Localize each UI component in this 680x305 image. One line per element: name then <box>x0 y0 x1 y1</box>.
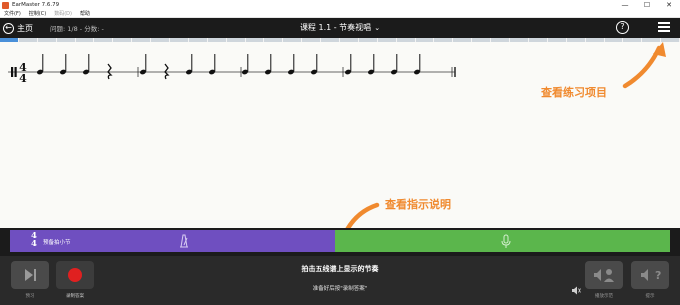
hint-button[interactable]: ? <box>631 261 669 289</box>
quarter-note <box>344 54 352 75</box>
status-bar: 4 4 预备拍小节 <box>0 228 680 256</box>
time-signature-bottom: 4 <box>19 72 27 85</box>
menu-bar: 文件(F) 控制(C) 数码(D) 帮助 <box>0 10 680 18</box>
count-in-bar: 4 4 预备拍小节 <box>10 230 335 252</box>
quarter-note <box>208 54 216 75</box>
instruction-text: 拍击五线谱上显示的节奏 <box>301 265 379 273</box>
lesson-selector[interactable]: 课程 1.1 - 节奏视唱 ⌄ <box>0 22 680 33</box>
listen-person-icon <box>594 269 614 282</box>
microphone-icon <box>501 234 511 248</box>
quarter-note <box>367 54 375 75</box>
quarter-rest <box>107 63 113 80</box>
rhythm-staff: 4 4 <box>8 42 666 228</box>
quarter-note <box>264 54 272 75</box>
arrow-to-status <box>345 202 380 228</box>
window-title: EarMaster 7.6.79 <box>12 2 60 8</box>
maximize-button[interactable]: ☐ <box>636 0 658 10</box>
quarter-note <box>413 54 421 75</box>
svg-text:?: ? <box>655 269 661 282</box>
help-icon[interactable]: ? <box>616 21 629 34</box>
hear-example-label: 播放示范 <box>595 294 613 299</box>
status-time-signature: 4 4 <box>30 232 38 249</box>
quarter-note <box>310 54 318 75</box>
hear-example-button[interactable] <box>585 261 623 289</box>
menu-file[interactable]: 文件(F) <box>0 10 25 18</box>
arrow-to-menu <box>622 42 666 89</box>
callout-practice-items: 查看练习项目 <box>541 86 607 99</box>
quarter-note <box>59 54 67 75</box>
play-label: 预习 <box>25 294 35 299</box>
hamburger-menu-icon[interactable] <box>658 22 670 33</box>
quarter-note <box>390 54 398 75</box>
count-in-label: 预备拍小节 <box>43 240 71 246</box>
earmaster-window: EarMaster 7.6.79 — ☐ ✕ 文件(F) 控制(C) 数码(D)… <box>0 0 680 305</box>
record-label: 录制答案 <box>66 294 84 299</box>
chevron-down-icon: ⌄ <box>374 24 381 32</box>
score-area: 4 4 查看练习项目 查看指示说明 <box>0 42 680 228</box>
menu-help[interactable]: 帮助 <box>76 10 94 18</box>
close-button[interactable]: ✕ <box>658 0 680 10</box>
top-toolbar: ← 主页 问题: 1/8 - 分数: - 课程 1.1 - 节奏视唱 ⌄ ? <box>0 18 680 38</box>
menu-digital[interactable]: 数码(D) <box>50 10 76 18</box>
quarter-note <box>185 54 193 75</box>
quarter-note <box>287 54 295 75</box>
quarter-note <box>82 54 90 75</box>
title-bar: EarMaster 7.6.79 — ☐ ✕ <box>0 0 680 10</box>
quarter-rest <box>164 63 170 80</box>
hint-question-icon: ? <box>641 269 661 282</box>
quarter-note <box>241 54 249 75</box>
hint-label: 提示 <box>645 294 655 299</box>
quarter-note <box>36 54 44 75</box>
bottom-controls: 预习 录制答案 拍击五线谱上显示的节奏 准备好后按"录制答案" 播放示范 ? 提… <box>0 256 680 305</box>
app-icon <box>2 1 9 9</box>
lesson-title: 课程 1.1 - 节奏视唱 <box>299 23 372 32</box>
menu-control[interactable]: 控制(C) <box>25 10 50 18</box>
status-ts-bottom: 4 <box>31 239 37 249</box>
quarter-note <box>139 54 147 75</box>
metronome-icon <box>180 234 188 248</box>
callout-instructions: 查看指示说明 <box>385 198 451 211</box>
record-bar <box>335 230 670 252</box>
window-controls: — ☐ ✕ <box>614 0 680 10</box>
minimize-button[interactable]: — <box>614 0 636 10</box>
